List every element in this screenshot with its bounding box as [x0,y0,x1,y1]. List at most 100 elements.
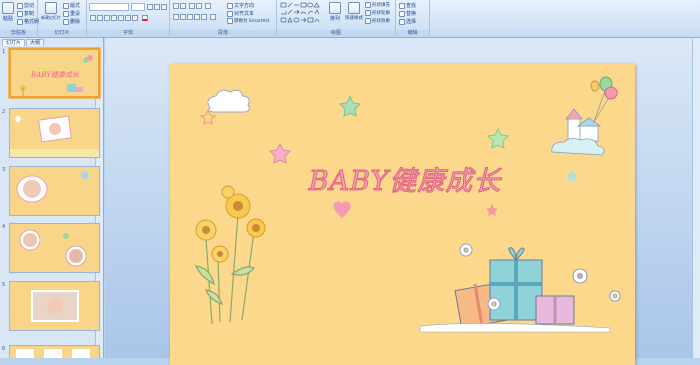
editing-group: 查找 替换 选择 编辑 [396,0,430,38]
slide-title[interactable]: BABY健康成长 [285,159,525,198]
new-slide-button[interactable]: 新建幻灯片 [41,2,61,20]
tab-outline[interactable]: 大纲 [26,39,45,46]
slide-number: 3 [2,167,6,173]
delete-icon [63,18,69,25]
shapes-gallery[interactable] [280,2,324,26]
copy-button[interactable]: 复制 [17,10,34,17]
fill-icon [365,2,371,8]
tab-slides[interactable]: 幻灯片 [2,39,26,46]
text-direction-button[interactable]: 文字方向 [227,2,254,9]
slide-thumbnail-6[interactable] [9,345,100,358]
font-group: 字体 [87,0,170,38]
paste-icon [2,2,14,14]
star-icon [338,94,362,117]
font-size-dropdown[interactable] [131,3,145,11]
reset-icon [63,10,69,17]
shape-fill-button[interactable]: 形状填充 [365,2,390,8]
quick-styles-icon [348,2,360,14]
select-button[interactable]: 选择 [399,18,416,25]
shrink-font-icon[interactable] [154,4,160,10]
cursor-icon [399,18,405,25]
drawing-group-label: 绘图 [277,30,395,37]
slide-number: 4 [2,224,6,230]
align-text-button[interactable]: 对齐文本 [227,10,254,17]
thumbnail-art [31,290,79,322]
shape-effects-button[interactable]: 形状效果 [365,18,390,24]
thumbnail-art [10,115,99,157]
arrange-button[interactable]: 排列 [329,2,341,22]
grow-font-icon[interactable] [147,4,153,10]
paragraph-group: 文字方向 对齐文本 转换为 SmartArt 段落 [170,0,277,38]
slide-thumbnail-1[interactable]: BABY健康成长 [9,48,100,98]
balloons-icon [590,76,618,123]
slide-number: 5 [2,282,6,288]
arrange-icon [329,2,341,14]
distribute-icon[interactable] [201,14,207,20]
outline-icon [365,10,371,16]
font-color-icon[interactable] [142,15,148,21]
shadow-icon[interactable] [118,15,124,21]
spacing-icon[interactable] [125,15,131,21]
panel-tabs: 幻灯片 大纲 [2,39,45,46]
slide-number: 6 [2,346,6,352]
slides-group: 新建幻灯片 版式 重设 删除 幻灯片 [38,0,87,38]
clear-format-icon[interactable] [161,4,167,10]
gift-boxes-icon [454,247,575,329]
font-name-dropdown[interactable] [89,3,129,11]
line-spacing-icon[interactable] [205,3,211,9]
slide-canvas[interactable]: BABY健康成长 [170,64,635,365]
align-left-icon[interactable] [173,14,179,20]
bullets-icon[interactable] [173,3,179,9]
align-center-icon[interactable] [180,14,186,20]
ground-cloud [419,323,611,333]
format-painter-button[interactable]: 格式刷 [17,18,39,25]
thumbnail-art [16,349,90,358]
text-direction-icon [227,2,233,9]
increase-indent-icon[interactable] [196,3,202,9]
decrease-indent-icon[interactable] [189,3,195,9]
binoculars-icon [399,2,405,9]
cloud-icon [207,89,250,113]
shape-outline-button[interactable]: 形状轮廓 [365,10,390,16]
slide-thumbnail-4[interactable] [9,223,100,273]
thumbnail-art [16,171,89,203]
thumbnail-art [20,55,93,96]
smartart-button[interactable]: 转换为 SmartArt [227,18,269,24]
thumbnail-art [19,229,87,267]
find-button[interactable]: 查找 [399,2,416,9]
strikethrough-icon[interactable] [111,15,117,21]
columns-icon[interactable] [210,14,216,20]
drawing-group: 排列 快速样式 形状填充 形状轮廓 形状效果 绘图 [277,0,396,38]
italic-icon[interactable] [97,15,103,21]
slide-thumbnail-3[interactable] [9,166,100,216]
slide-number: 1 [2,49,6,55]
layout-button[interactable]: 版式 [63,2,80,9]
editor-scrollbar[interactable] [692,38,700,358]
copy-icon [17,10,23,17]
clipboard-group-label: 剪贴板 [0,30,37,37]
paragraph-group-label: 段落 [170,30,276,37]
underline-icon[interactable] [104,15,110,21]
brush-icon [17,18,23,25]
heart-icon [333,201,351,218]
slide-number: 2 [2,109,6,115]
slide-thumbnail-2[interactable] [9,108,100,158]
delete-slide-button[interactable]: 删除 [63,18,80,25]
smartart-icon [227,18,233,24]
bold-icon[interactable] [90,15,96,21]
align-text-icon [227,10,233,17]
reset-button[interactable]: 重设 [63,10,80,17]
align-right-icon[interactable] [187,14,193,20]
font-group-label: 字体 [87,30,169,37]
new-slide-icon [45,2,57,14]
paste-button[interactable]: 粘贴 [2,2,14,22]
slide-thumbnail-panel: 幻灯片 大纲 1 BABY健康成长 2 3 4 5 6 [0,38,104,358]
clipboard-group: 粘贴 剪切 复制 格式刷 剪贴板 [0,0,39,38]
justify-icon[interactable] [194,14,200,20]
quick-styles-button[interactable]: 快速样式 [345,2,363,21]
change-case-icon[interactable] [132,15,138,21]
numbering-icon[interactable] [180,3,186,9]
slide-thumbnail-5[interactable] [9,281,100,331]
cut-button[interactable]: 剪切 [17,2,34,9]
replace-button[interactable]: 替换 [399,10,416,17]
